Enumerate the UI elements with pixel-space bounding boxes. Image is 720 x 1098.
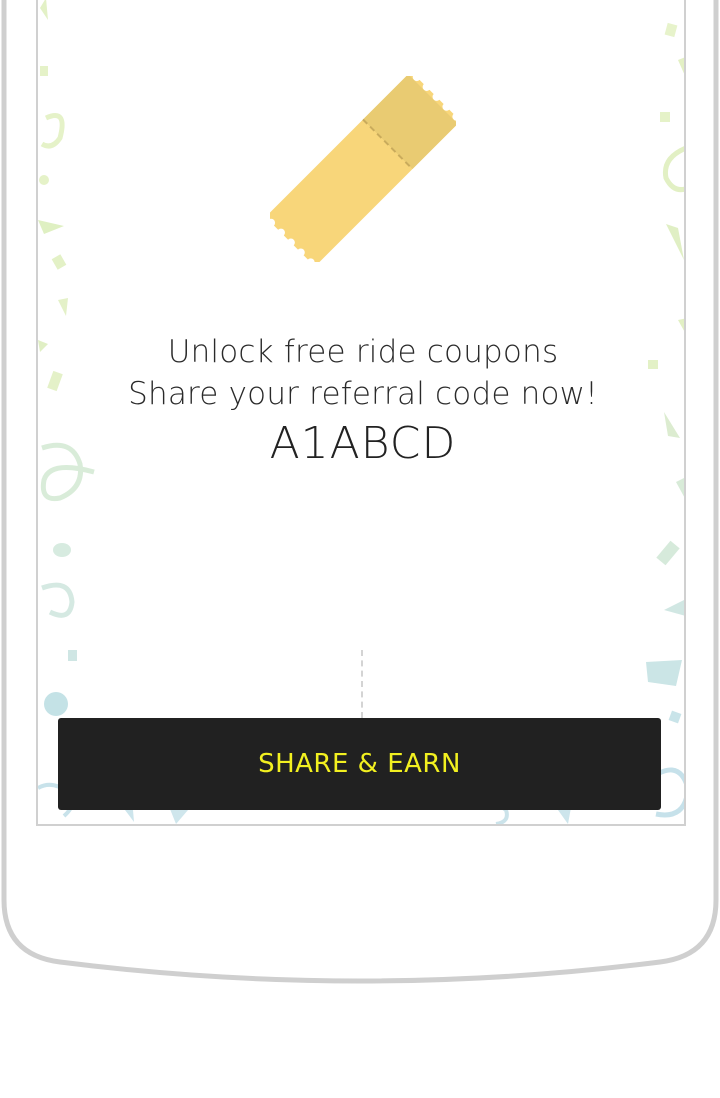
dashed-divider bbox=[361, 650, 363, 718]
coupon-ticket-icon bbox=[270, 76, 456, 262]
subline-text: Share your referral code now! bbox=[128, 376, 598, 412]
referral-code: A1ABCD bbox=[269, 418, 457, 469]
share-and-earn-button[interactable]: SHARE & EARN bbox=[58, 718, 661, 810]
referral-screen: Unlock free ride coupons Share your refe… bbox=[36, 0, 686, 826]
headline-text: Unlock free ride coupons bbox=[167, 334, 559, 370]
